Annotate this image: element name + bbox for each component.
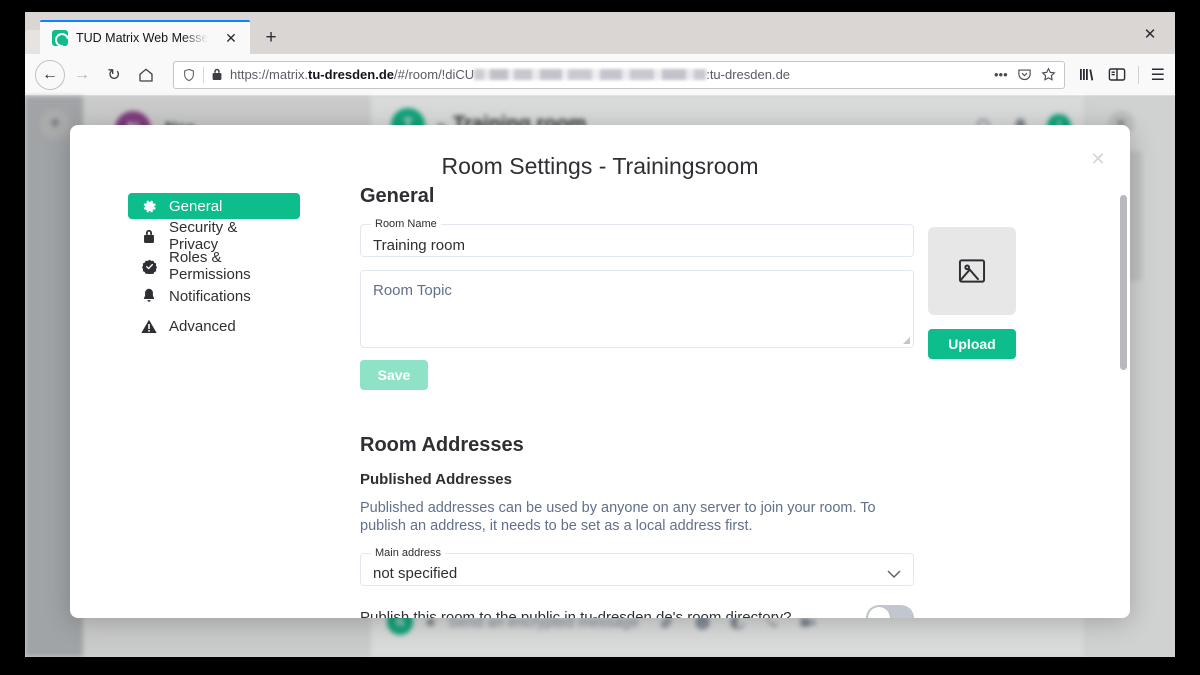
- publish-room-row: Publish this room to the public in tu-dr…: [360, 604, 914, 618]
- dialog-close-icon[interactable]: ✕: [1088, 149, 1108, 169]
- library-icon[interactable]: [1079, 66, 1096, 83]
- main-address-value: not specified: [373, 565, 458, 583]
- url-divider: [203, 66, 204, 83]
- dialog-title: Room Settings - Trainingsroom: [441, 153, 759, 179]
- pocket-icon: [1017, 69, 1031, 81]
- sidebar-item-label: Notifications: [169, 287, 251, 305]
- star-icon: [1041, 67, 1056, 81]
- toolbar-right-icons: ☰: [1075, 65, 1165, 85]
- toggle-knob: [868, 606, 890, 618]
- badge-check-icon: [141, 258, 157, 274]
- chevron-down-icon: [887, 566, 901, 584]
- url-scheme: https://matrix.: [230, 67, 309, 82]
- sidebar-item-label: Roles & Permissions: [169, 249, 251, 283]
- sidebar-item-notifications[interactable]: Notifications: [128, 283, 300, 309]
- tab-close-icon[interactable]: ✕: [220, 27, 242, 49]
- url-redacted-segment: [474, 69, 707, 80]
- general-top-row: Room Name Training room Room Topic Save: [360, 218, 1100, 390]
- bell-icon: [141, 288, 157, 304]
- dialog-content: General Room Name Training room Room Top…: [360, 183, 1130, 618]
- warning-icon: [141, 318, 157, 334]
- url-domain: tu-dresden.de: [308, 67, 394, 82]
- save-button[interactable]: Save: [360, 360, 428, 390]
- published-addresses-description: Published addresses can be used by anyon…: [360, 500, 876, 535]
- room-addresses-heading: Room Addresses: [360, 434, 524, 456]
- url-text: https://matrix.tu-dresden.de/#/room/!diC…: [230, 67, 987, 82]
- toolbar-separator: [1137, 65, 1139, 84]
- url-bar[interactable]: https://matrix.tu-dresden.de/#/room/!diC…: [173, 60, 1065, 89]
- home-button[interactable]: [131, 60, 161, 90]
- sidebar-item-general[interactable]: General: [128, 193, 300, 219]
- screen: TUD Matrix Web Messeng ✕ + ✕ ← → ↻ https…: [0, 0, 1200, 675]
- room-avatar-upload: Upload: [928, 224, 1018, 359]
- shield-icon: [184, 68, 194, 81]
- window-close-icon[interactable]: ✕: [1139, 23, 1161, 45]
- publish-room-label: Publish this room to the public in tu-dr…: [360, 609, 792, 618]
- page-actions-icon[interactable]: •••: [994, 67, 1008, 82]
- back-button[interactable]: ←: [35, 59, 65, 90]
- app-menu-button[interactable]: ☰: [1151, 65, 1165, 85]
- upload-button[interactable]: Upload: [928, 329, 1016, 359]
- dialog-scrollbar[interactable]: [1120, 195, 1127, 370]
- published-addresses-heading: Published Addresses: [360, 471, 512, 488]
- new-tab-button[interactable]: +: [260, 26, 282, 48]
- room-topic-placeholder: Room Topic: [373, 282, 452, 299]
- sidebar-item-label: Security & Privacy: [169, 219, 238, 253]
- dialog-sidebar: General Security & Privacy Roles & Permi…: [70, 183, 360, 618]
- main-address-label: Main address: [371, 546, 446, 559]
- forward-button[interactable]: →: [67, 60, 97, 90]
- room-name-label: Room Name: [371, 218, 441, 230]
- gear-icon: [141, 198, 157, 214]
- sidebar-item-security-privacy[interactable]: Security & Privacy: [128, 219, 300, 253]
- matrix-logo-icon: [52, 30, 68, 46]
- lock-icon: [141, 228, 157, 244]
- publish-room-toggle[interactable]: [866, 604, 914, 618]
- room-name-field[interactable]: Room Name Training room: [360, 218, 914, 257]
- reload-button[interactable]: ↻: [99, 60, 129, 90]
- general-fields: Room Name Training room Room Topic Save: [360, 218, 914, 390]
- sidebar-item-label: Advanced: [169, 317, 236, 335]
- dialog-body: General Security & Privacy Roles & Permi…: [70, 183, 1130, 618]
- tab-title: TUD Matrix Web Messeng: [76, 31, 212, 45]
- room-settings-dialog: Room Settings - Trainingsroom ✕ General: [70, 125, 1130, 618]
- image-icon: [958, 259, 986, 283]
- url-path-after: :tu-dresden.de: [706, 67, 791, 82]
- room-topic-textarea[interactable]: Room Topic: [360, 270, 914, 348]
- url-bar-icons: •••: [994, 67, 1056, 82]
- tab-strip: TUD Matrix Web Messeng ✕ + ✕: [25, 12, 1175, 54]
- sidebar-icon[interactable]: [1108, 66, 1126, 83]
- general-heading: General: [360, 185, 435, 207]
- browser-tab[interactable]: TUD Matrix Web Messeng ✕: [40, 20, 250, 54]
- url-path-before: /#/room/!diCU: [394, 67, 475, 82]
- sidebar-item-advanced[interactable]: Advanced: [128, 313, 300, 339]
- room-avatar-preview[interactable]: [928, 227, 1016, 315]
- sidebar-item-roles-permissions[interactable]: Roles & Permissions: [128, 249, 300, 283]
- main-address-select[interactable]: Main address not specified: [360, 546, 914, 586]
- lock-icon: [212, 68, 222, 80]
- room-name-value: Training room: [373, 236, 465, 254]
- navigation-toolbar: ← → ↻ https://matrix.tu-dresden.de/#/roo…: [25, 54, 1175, 96]
- sidebar-item-label: General: [169, 197, 223, 215]
